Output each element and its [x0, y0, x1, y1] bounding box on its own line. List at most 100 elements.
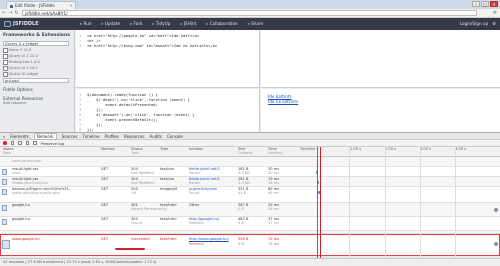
library-checkbox[interactable]: Firebug Lite 1.4.0	[3, 60, 71, 65]
result-link-mskatt[interactable]: Ide ne kattints	[268, 99, 493, 104]
image-file-icon	[2, 189, 7, 195]
row-status-text: Not Modified	[131, 171, 154, 175]
tick-label: 4.00 s	[455, 147, 467, 151]
load-type-select[interactable]: onLoad	[3, 78, 69, 83]
run-button[interactable]: Run	[80, 21, 91, 26]
browser-menu-icon[interactable]: ≡	[493, 10, 497, 16]
tab-console[interactable]: Console	[167, 134, 183, 139]
table-row[interactable]: result-light.css /fiddle.jshell.net/css …	[0, 177, 500, 187]
jsfiddle-logo[interactable]: JSFIDDLE	[4, 21, 39, 27]
filter-icon[interactable]	[18, 141, 22, 145]
view-icon[interactable]	[25, 141, 29, 145]
header-right: Login/Sign up ⚙	[460, 21, 496, 26]
col-timeline[interactable]: Timeline	[300, 147, 315, 152]
code-line: <a href="http://google.hu" id="katt">Ide…	[87, 33, 200, 38]
tab-close-icon[interactable]: ×	[70, 3, 73, 8]
framework-select[interactable]: jQuery 2.x (edge)	[3, 41, 69, 46]
frameworks-heading: Frameworks & Extensions	[3, 33, 70, 38]
js-code: 1 $(document).ready(function () { 2 $('#k…	[76, 89, 259, 135]
row-method: GET	[101, 177, 109, 181]
jshint-button[interactable]: JSHint	[180, 21, 197, 26]
browser-tab[interactable]: Edit fiddle - JSFiddle ×	[6, 1, 76, 9]
table-row[interactable]: result-light.css /css/... GET 304 Not Mo…	[0, 167, 500, 177]
col-latency: Latency	[268, 151, 283, 155]
url-input[interactable]: jsfiddle.net/aAa8fr1/	[22, 10, 477, 16]
fork-button[interactable]: Fork	[130, 21, 143, 26]
login-link[interactable]: Login/Sign up	[460, 21, 488, 26]
js-editor[interactable]: 1 $(document).ready(function () { 2 $('#k…	[76, 89, 260, 132]
reload-icon[interactable]: ↻	[14, 10, 18, 16]
settings-icon[interactable]: ⚙	[492, 21, 496, 26]
table-row-canceled[interactable]: www.google.hu GET (canceled) text/html h…	[0, 234, 500, 256]
row-status-text: OK	[131, 191, 137, 195]
fiddle-options-heading[interactable]: Fiddle Options	[3, 87, 71, 92]
table-row[interactable]: google.hu GET 302 Found text/html http:/…	[0, 217, 500, 231]
collaboration-button[interactable]: Collaboration	[206, 21, 238, 26]
tab-title: Edit fiddle - JSFiddle	[15, 3, 55, 8]
row-latency: 28 ms	[268, 207, 280, 211]
line-number: 3	[79, 43, 82, 48]
col-method[interactable]: Method	[101, 147, 114, 152]
library-checkbox[interactable]: Clone 1.12.0	[3, 48, 71, 53]
share-button[interactable]: Share	[248, 21, 263, 26]
col-type[interactable]: Type	[160, 147, 168, 152]
col-initiator[interactable]: Initiator	[189, 147, 203, 152]
library-checkbox[interactable]: jQuery UI 1.10.2	[3, 66, 71, 71]
network-status-bar: 42 requests | 17.6 KB transferred | 22.7…	[0, 258, 500, 266]
preserve-log-checkbox[interactable]	[33, 141, 37, 145]
jsfiddle-favicon-icon	[10, 4, 13, 8]
forward-icon[interactable]: →	[8, 10, 12, 16]
row-content: 0 B	[238, 242, 244, 246]
tidyup-button[interactable]: TidyUp	[152, 21, 170, 26]
row-initiator-type: Parser	[189, 181, 201, 185]
html-file-icon	[2, 205, 7, 211]
checkbox-icon	[3, 54, 8, 59]
library-checkbox[interactable]: jQuery UI (edge)	[3, 72, 71, 77]
html-file-icon	[2, 219, 7, 225]
tab-timeline[interactable]: Timeline	[82, 134, 99, 139]
action-bar: Run Update Fork TidyUp JSHint Collaborat…	[80, 21, 263, 26]
table-row[interactable]: google.hu GET 301 Moved Permanently text…	[0, 203, 500, 217]
tab-profiles[interactable]: Profiles	[104, 134, 119, 139]
sidebar: Frameworks & Extensions jQuery 2.x (edge…	[0, 30, 75, 132]
table-row[interactable]: code.jquery.com	[0, 157, 500, 167]
row-name: code.jquery.com	[12, 159, 42, 163]
row-status-text: Found	[131, 221, 142, 225]
network-toolbar: Preserve log	[0, 140, 500, 147]
nav-buttons: ← → ↻	[2, 10, 19, 16]
logo-text: JSFIDDLE	[13, 21, 39, 27]
devtools-tabs: ⌕ Elements Network Sources Timeline Prof…	[0, 132, 500, 140]
record-icon[interactable]	[3, 141, 7, 145]
css-editor[interactable]	[261, 30, 500, 88]
window-controls: – □ ✕	[472, 1, 498, 7]
maximize-button[interactable]: □	[481, 1, 489, 7]
checkbox-label: Clone 1.12.0	[8, 48, 32, 53]
tab-elements[interactable]: Elements	[10, 134, 29, 139]
row-latency: 69 ms	[268, 191, 280, 195]
row-method: GET	[101, 187, 109, 191]
clear-icon[interactable]	[10, 141, 14, 145]
row-latency: 20 ms	[268, 171, 280, 175]
update-button[interactable]: Update	[101, 21, 120, 26]
preserve-log-label: Preserve log	[40, 140, 65, 146]
row-path: static.getclicky.com/in.php	[12, 191, 60, 195]
row-content: 0 B	[238, 207, 244, 211]
html-editor[interactable]: 1 <a href="http://google.hu" id="katt">Id…	[76, 30, 260, 88]
tab-audits[interactable]: Audits	[149, 134, 162, 139]
row-status: (canceled)	[131, 237, 150, 241]
library-checkbox[interactable]: jQuery UI 1.10.3	[3, 54, 71, 59]
tick-label: 3.00 s	[420, 147, 432, 151]
tab-resources[interactable]: Resources	[124, 134, 144, 139]
table-row[interactable]: beacon.gif?gam=min%2fm%2f... static.getc…	[0, 187, 500, 203]
checkbox-icon	[3, 66, 8, 71]
minimize-button[interactable]: –	[472, 1, 480, 7]
add-resource-link[interactable]: Add resource	[3, 101, 71, 105]
checkbox-label: jQuery UI (edge)	[8, 72, 39, 77]
devtools-inspect-icon[interactable]: ⌕	[3, 134, 5, 139]
timeline-bar	[318, 190, 321, 194]
tab-sources[interactable]: Sources	[62, 134, 78, 139]
row-initiator-type: Redirect	[189, 242, 204, 246]
close-window-button[interactable]: ✕	[490, 1, 498, 7]
tab-network[interactable]: Network	[33, 132, 57, 140]
back-icon[interactable]: ←	[2, 10, 6, 16]
